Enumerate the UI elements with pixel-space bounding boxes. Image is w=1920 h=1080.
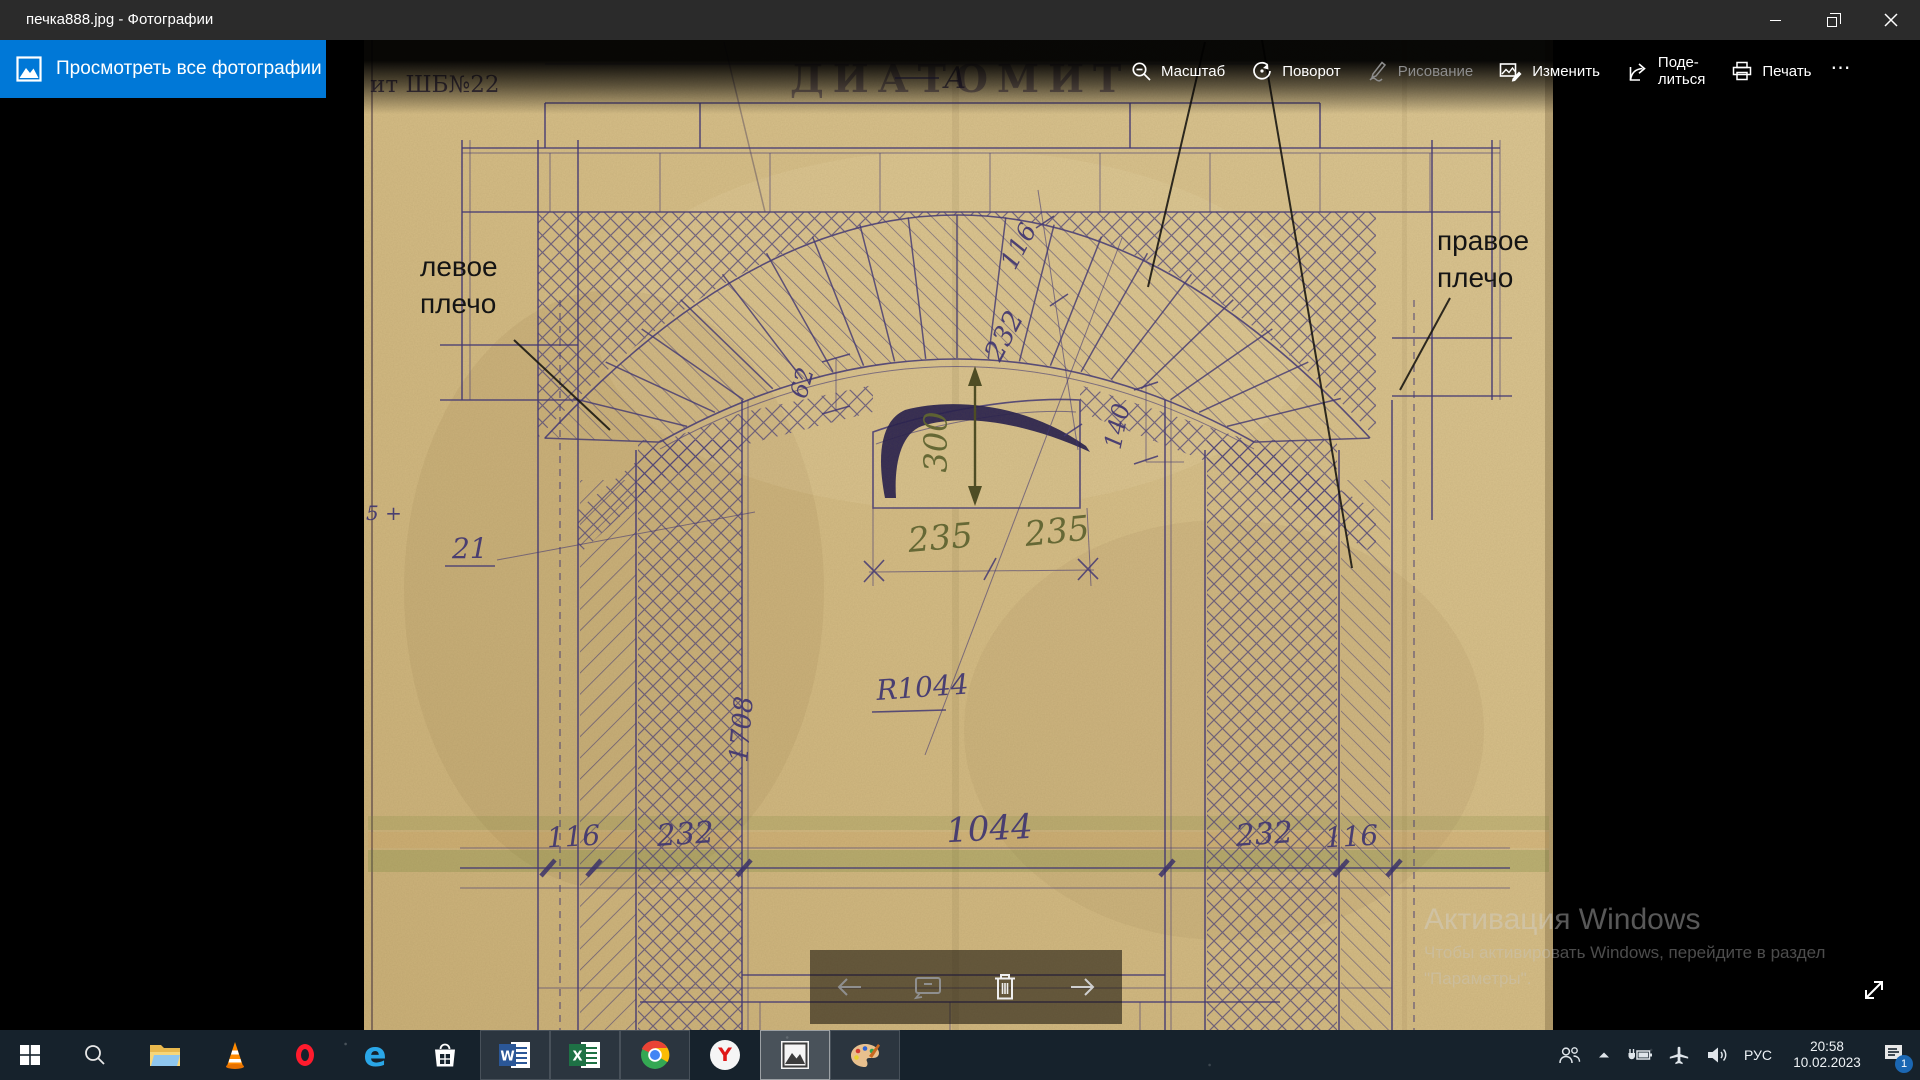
taskbar-yandex[interactable]: Y: [690, 1030, 760, 1080]
print-button[interactable]: Печать: [1718, 60, 1824, 82]
edit-button[interactable]: Изменить: [1486, 60, 1613, 82]
title-bar: печка888.jpg - Фотографии: [0, 0, 1920, 40]
rotate-icon: [1251, 60, 1273, 82]
volume-icon[interactable]: [1705, 1044, 1729, 1066]
photos-app-icon: [780, 1040, 810, 1070]
taskbar-file-explorer[interactable]: [130, 1030, 200, 1080]
taskbar-paint[interactable]: [830, 1030, 900, 1080]
system-tray: РУС 20:58 10.02.2023 1: [1558, 1030, 1920, 1080]
excel-icon: X: [569, 1040, 601, 1070]
svg-text:X: X: [572, 1050, 582, 1065]
yandex-icon: Y: [710, 1040, 740, 1070]
taskbar: e W: [0, 1030, 1920, 1080]
share-button[interactable]: Поде- литься: [1613, 54, 1718, 88]
next-button[interactable]: [1068, 973, 1098, 1001]
taskbar-chrome[interactable]: [620, 1030, 690, 1080]
pen-icon: [1367, 60, 1389, 82]
window-title: печка888.jpg - Фотографии: [26, 0, 213, 40]
language-indicator[interactable]: РУС: [1744, 1047, 1772, 1063]
photo-viewer: ДИАТОМИТ ит ШБ№22 А 5 +: [0, 40, 1920, 1030]
vlc-cone-icon: [220, 1040, 250, 1070]
zoom-button[interactable]: Масштаб: [1118, 61, 1238, 82]
draw-button[interactable]: Рисование: [1354, 60, 1487, 82]
airplane-mode-icon[interactable]: [1668, 1044, 1690, 1066]
taskbar-store[interactable]: [410, 1030, 480, 1080]
printer-icon: [1731, 60, 1753, 82]
word-icon: W: [499, 1040, 531, 1070]
draw-label: Рисование: [1398, 63, 1474, 80]
viewer-toolbar: Масштаб Поворот Рисование: [1118, 40, 1864, 102]
photos-icon: [16, 56, 42, 82]
windows-activation-watermark: Активация Windows Чтобы активировать Win…: [1424, 903, 1825, 989]
blueprint-photo: ДИАТОМИТ ит ШБ№22 А 5 +: [364, 40, 1553, 1030]
previous-button[interactable]: [834, 973, 864, 1001]
taskbar-photos[interactable]: [760, 1030, 830, 1080]
close-icon: [1884, 13, 1898, 27]
taskbar-excel[interactable]: X: [550, 1030, 620, 1080]
search-icon: [83, 1043, 107, 1067]
restore-icon: [1827, 17, 1837, 27]
label-right-shoulder: правое плечо: [1437, 222, 1529, 296]
action-center-button[interactable]: 1: [1882, 1042, 1906, 1069]
see-all-label: Просмотреть все фотографии: [56, 58, 322, 80]
filmstrip-controls: [810, 950, 1122, 1024]
label-left-shoulder: левое плечо: [420, 248, 498, 322]
see-all-photos-button[interactable]: Просмотреть все фотографии: [0, 40, 326, 98]
restore-button[interactable]: [1804, 0, 1862, 40]
fullscreen-button[interactable]: [1856, 972, 1892, 1008]
clock-time: 20:58: [1787, 1039, 1867, 1055]
minimize-button[interactable]: [1746, 0, 1804, 40]
folder-icon: [149, 1042, 181, 1068]
start-button[interactable]: [0, 1030, 60, 1080]
battery-charging-icon[interactable]: [1627, 1045, 1653, 1065]
share-icon: [1626, 60, 1649, 83]
people-icon[interactable]: [1558, 1044, 1581, 1066]
share-label: Поде- литься: [1658, 54, 1705, 88]
zoom-out-icon: [1131, 61, 1152, 82]
taskbar-edge[interactable]: e: [340, 1030, 410, 1080]
notification-badge: 1: [1895, 1055, 1913, 1073]
taskbar-search-button[interactable]: [60, 1030, 130, 1080]
rotate-label: Поворот: [1282, 63, 1341, 80]
clock[interactable]: 20:58 10.02.2023: [1787, 1039, 1867, 1071]
opera-icon: [296, 1044, 314, 1066]
store-icon: [431, 1041, 459, 1069]
rotate-button[interactable]: Поворот: [1238, 60, 1354, 82]
taskbar-word[interactable]: W: [480, 1030, 550, 1080]
svg-text:W: W: [500, 1050, 514, 1065]
paper-grain: [364, 40, 1553, 1030]
close-button[interactable]: [1862, 0, 1920, 40]
edge-icon: e: [363, 1038, 386, 1072]
clock-date: 10.02.2023: [1787, 1055, 1867, 1071]
paint-icon: [849, 1040, 881, 1070]
zoom-label: Масштаб: [1161, 63, 1225, 80]
screen: печка888.jpg - Фотографии: [0, 0, 1920, 1080]
fullscreen-icon: [1861, 977, 1887, 1003]
taskbar-opera[interactable]: [270, 1030, 340, 1080]
windows-logo-icon: [20, 1045, 40, 1065]
slideshow-button[interactable]: [913, 973, 943, 1001]
chrome-icon: [640, 1040, 670, 1070]
show-hidden-icons-chevron[interactable]: [1596, 1048, 1612, 1062]
more-button[interactable]: ⋯: [1825, 55, 1864, 88]
minimize-icon: [1770, 20, 1781, 21]
edit-label: Изменить: [1532, 63, 1600, 80]
delete-button[interactable]: [991, 972, 1019, 1002]
print-label: Печать: [1762, 63, 1811, 80]
edit-image-icon: [1499, 60, 1523, 82]
more-icon: ⋯: [1831, 55, 1854, 80]
taskbar-vlc[interactable]: [200, 1030, 270, 1080]
